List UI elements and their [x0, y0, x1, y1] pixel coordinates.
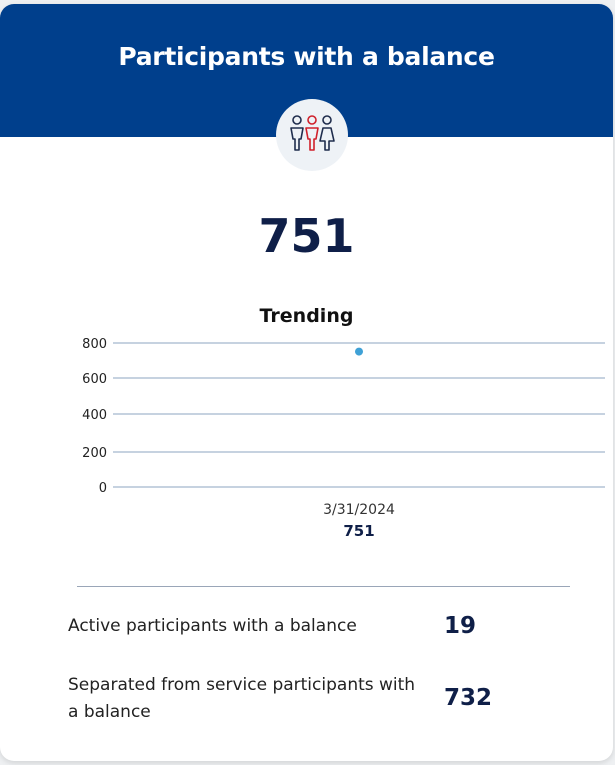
- separated-participants-label: Separated from service participants with…: [68, 675, 416, 722]
- data-point[interactable]: [355, 347, 363, 356]
- chart-y-ticks: 800 600 400 200 0: [82, 337, 107, 496]
- card-title: Participants with a balance: [118, 42, 495, 71]
- separated-participants-value: 732: [444, 685, 493, 711]
- chart-points: [355, 347, 363, 356]
- active-participants-value: 19: [444, 613, 477, 639]
- active-participants-label: Active participants with a balance: [68, 616, 357, 636]
- data-label: 751: [343, 522, 374, 540]
- y-tick-label: 0: [99, 481, 107, 496]
- y-tick-label: 600: [82, 372, 107, 387]
- total-participants-value: 751: [258, 209, 355, 263]
- chart-x-labels: 3/31/2024 751: [323, 502, 395, 540]
- participants-balance-card: Participants with a balance 751 Trending…: [0, 4, 613, 761]
- y-tick-label: 800: [82, 337, 107, 352]
- section-divider: [77, 586, 570, 587]
- people-group-icon: [276, 99, 348, 171]
- y-tick-label: 400: [82, 408, 107, 423]
- people-group-icon-graphic: [290, 115, 335, 151]
- trending-title: Trending: [259, 305, 354, 327]
- x-tick-label: 3/31/2024: [323, 502, 395, 518]
- y-tick-label: 200: [82, 446, 107, 461]
- trending-chart: 800 600 400 200 0 3/31/2024 751: [82, 337, 605, 540]
- chart-grid: [113, 342, 605, 488]
